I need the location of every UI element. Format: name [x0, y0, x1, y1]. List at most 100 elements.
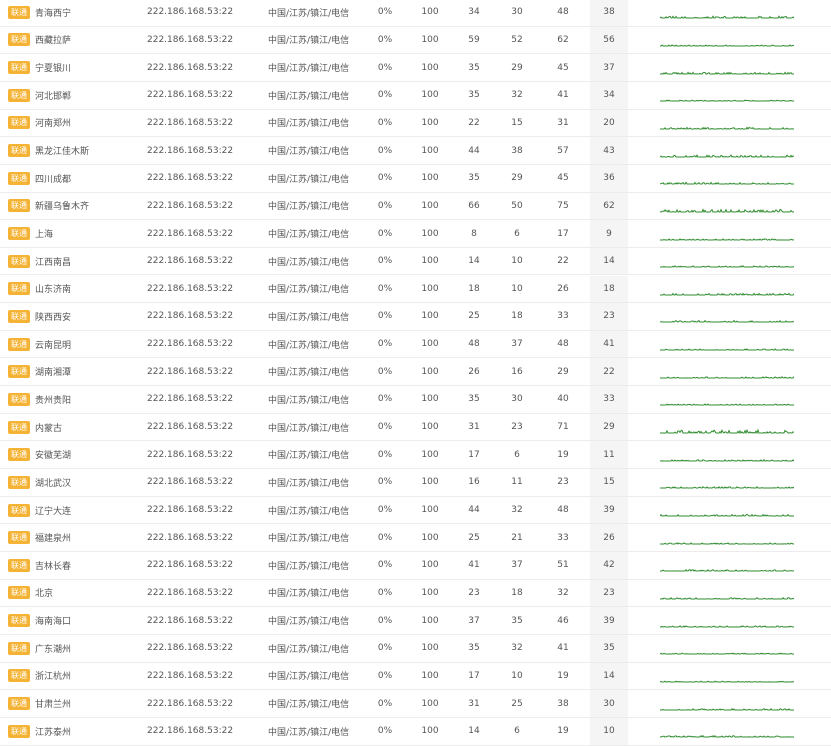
avg-latency-cell: 35 [590, 634, 628, 662]
loss-cell: 0% [377, 670, 393, 681]
sparkline-path [660, 541, 794, 545]
location-cell: 中国/江苏/镇江/电信 [268, 451, 350, 462]
last-latency-cell: 23 [468, 587, 480, 598]
node-name: 江西南昌 [35, 257, 72, 268]
isp-badge: 联通 [8, 641, 30, 655]
min-latency-cell: 29 [511, 62, 523, 73]
loss-cell: 0% [377, 532, 393, 543]
node-cell: 联通 宁夏银川 [8, 54, 71, 81]
isp-badge: 联通 [8, 475, 30, 489]
last-latency-cell: 35 [468, 90, 480, 101]
sent-cell: 100 [421, 173, 439, 184]
min-latency-cell: 23 [511, 422, 523, 433]
loss-cell: 0% [377, 505, 393, 515]
node-name: 广东潮州 [35, 644, 72, 655]
sent-cell: 100 [421, 587, 439, 598]
latency-sparkline [660, 82, 794, 109]
sent-cell: 100 [421, 339, 439, 350]
sparkline-path [660, 320, 794, 324]
location-cell: 中国/江苏/镇江/电信 [268, 285, 350, 296]
sparkline-path [660, 126, 794, 130]
table-row: 联通 云南昆明 222.186.168.53:22 中国/江苏/镇江/电信 0%… [0, 330, 831, 359]
location-cell: 中国/江苏/镇江/电信 [268, 395, 350, 406]
location-cell: 中国/江苏/镇江/电信 [268, 534, 350, 545]
table-row: 联通 福建泉州 222.186.168.53:22 中国/江苏/镇江/电信 0%… [0, 524, 831, 552]
node-cell: 联通 上海 [8, 220, 53, 247]
table-row: 联通 西藏拉萨 222.186.168.53:22 中国/江苏/镇江/电信 0%… [0, 26, 831, 55]
table-row: 联通 湖南湘潭 222.186.168.53:22 中国/江苏/镇江/电信 0%… [0, 358, 831, 387]
avg-latency-cell: 10 [590, 717, 628, 745]
loss-cell: 0% [377, 477, 393, 488]
latency-sparkline [660, 524, 794, 551]
sent-cell: 100 [421, 7, 439, 18]
max-latency-cell: 48 [557, 505, 569, 515]
max-latency-cell: 17 [557, 228, 569, 239]
location-cell: 中国/江苏/镇江/电信 [268, 589, 350, 600]
isp-badge: 联通 [8, 254, 30, 268]
latency-sparkline [660, 303, 794, 330]
loss-cell: 0% [377, 449, 393, 460]
min-latency-cell: 32 [511, 505, 523, 515]
ip-cell: 222.186.168.53:22 [147, 560, 234, 571]
loss-cell: 0% [377, 228, 393, 239]
latency-sparkline [660, 552, 794, 579]
isp-badge: 联通 [8, 586, 30, 600]
node-name: 上海 [35, 230, 54, 240]
min-latency-cell: 38 [511, 145, 523, 156]
node-cell: 联通 福建泉州 [8, 524, 71, 551]
avg-latency-cell: 23 [590, 303, 628, 330]
loss-cell: 0% [377, 560, 393, 571]
max-latency-cell: 29 [557, 366, 569, 377]
loss-cell: 0% [377, 283, 393, 294]
sparkline-path [660, 153, 794, 158]
avg-latency-cell: 43 [590, 137, 628, 164]
node-name: 安徽芜湖 [35, 451, 72, 462]
node-name: 云南昆明 [35, 340, 72, 351]
avg-latency-cell: 36 [590, 164, 628, 192]
avg-latency-cell: 29 [590, 413, 628, 441]
node-cell: 联通 辽宁大连 [8, 497, 71, 524]
ip-cell: 222.186.168.53:22 [147, 283, 234, 294]
node-cell: 联通 陕西西安 [8, 303, 71, 330]
node-name: 吉林长春 [35, 561, 72, 572]
node-name: 山东济南 [35, 285, 72, 296]
last-latency-cell: 18 [468, 283, 480, 294]
location-cell: 中国/江苏/镇江/电信 [268, 36, 350, 47]
node-name: 湖北武汉 [35, 478, 72, 489]
latency-sparkline [660, 248, 794, 275]
latency-sparkline [660, 690, 794, 717]
max-latency-cell: 75 [557, 200, 569, 211]
avg-latency-cell: 14 [590, 247, 628, 275]
sent-cell: 100 [421, 117, 439, 128]
table-row: 联通 吉林长春 222.186.168.53:22 中国/江苏/镇江/电信 0%… [0, 552, 831, 580]
max-latency-cell: 57 [557, 145, 569, 156]
loss-cell: 0% [377, 394, 393, 405]
min-latency-cell: 6 [514, 228, 520, 239]
loss-cell: 0% [377, 587, 393, 598]
location-cell: 中国/江苏/镇江/电信 [268, 561, 350, 572]
max-latency-cell: 19 [557, 449, 569, 460]
table-row: 联通 内蒙古 222.186.168.53:22 中国/江苏/镇江/电信 0% … [0, 413, 831, 442]
table-row: 联通 贵州贵阳 222.186.168.53:22 中国/江苏/镇江/电信 0%… [0, 386, 831, 414]
ip-cell: 222.186.168.53:22 [147, 698, 234, 709]
ip-cell: 222.186.168.53:22 [147, 339, 234, 350]
node-name: 青海西宁 [35, 8, 72, 19]
min-latency-cell: 32 [511, 90, 523, 101]
min-latency-cell: 6 [514, 449, 520, 460]
node-name: 北京 [35, 589, 54, 600]
location-cell: 中国/江苏/镇江/电信 [268, 147, 350, 158]
sent-cell: 100 [421, 200, 439, 211]
sparkline-path [660, 375, 794, 379]
table-row: 联通 江苏泰州 222.186.168.53:22 中国/江苏/镇江/电信 0%… [0, 717, 831, 746]
table-row: 联通 广东潮州 222.186.168.53:22 中国/江苏/镇江/电信 0%… [0, 634, 831, 663]
loss-cell: 0% [377, 726, 393, 737]
location-cell: 中国/江苏/镇江/电信 [268, 368, 350, 379]
ip-cell: 222.186.168.53:22 [147, 726, 234, 737]
sparkline-path [660, 707, 794, 711]
loss-cell: 0% [377, 366, 393, 377]
avg-latency-cell: 14 [590, 662, 628, 690]
min-latency-cell: 10 [511, 283, 523, 294]
sparkline-path [660, 71, 794, 75]
latency-sparkline [660, 27, 794, 54]
isp-badge: 联通 [8, 503, 30, 517]
